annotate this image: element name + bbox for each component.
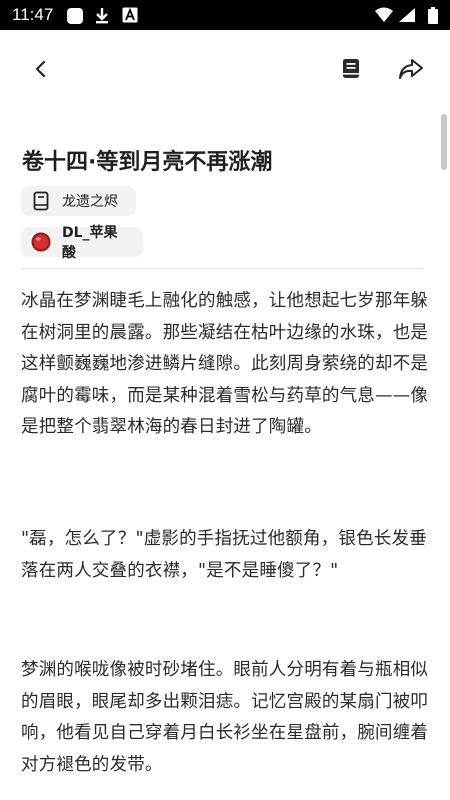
book-icon xyxy=(341,58,361,84)
scrollbar-thumb[interactable] xyxy=(441,114,447,170)
table-of-contents-button[interactable] xyxy=(331,51,371,91)
divider xyxy=(21,268,423,269)
paragraph: 冰晶在梦渊睫毛上融化的触感，让他想起七岁那年躲在树洞里的晨露。那些凝结在枯叶边缘… xyxy=(21,291,429,437)
book-name: 龙遗之烬 xyxy=(62,194,118,210)
app-bar xyxy=(0,30,450,112)
battery-icon xyxy=(428,7,438,28)
chapter-content[interactable]: 卷十四·等到月亮不再涨潮 龙遗之烬 DL_苹果酸 冰晶在梦渊睫毛上融化的触感，让… xyxy=(0,112,450,800)
wifi-icon xyxy=(375,7,393,27)
chevron-left-icon xyxy=(31,59,51,83)
back-button[interactable] xyxy=(21,51,61,91)
app-tile-icon xyxy=(66,7,84,29)
chapter-title: 卷十四·等到月亮不再涨潮 xyxy=(22,150,273,175)
book-outline-icon xyxy=(31,191,51,211)
share-icon xyxy=(398,58,424,84)
book-chip[interactable]: 龙遗之烬 xyxy=(21,186,136,216)
a-badge-icon xyxy=(122,7,138,27)
share-button[interactable] xyxy=(391,51,431,91)
author-chip[interactable]: DL_苹果酸 xyxy=(21,225,143,261)
status-bar: 11:47 xyxy=(0,0,450,30)
paragraph: 梦渊的喉咙像被时砂堵住。眼前人分明有着与瓶相似的眉眼，眼尾却多出颗泪痣。记忆宫殿… xyxy=(21,660,429,775)
status-time: 11:47 xyxy=(12,5,54,24)
author-name: DL_苹果酸 xyxy=(62,225,118,261)
paragraph: "磊，怎么了？"虚影的手指抚过他额角，银色长发垂落在两人交叠的衣襟，"是不是睡傻… xyxy=(21,529,427,581)
signal-icon xyxy=(398,7,416,27)
download-icon xyxy=(94,7,110,29)
avatar xyxy=(31,232,51,252)
